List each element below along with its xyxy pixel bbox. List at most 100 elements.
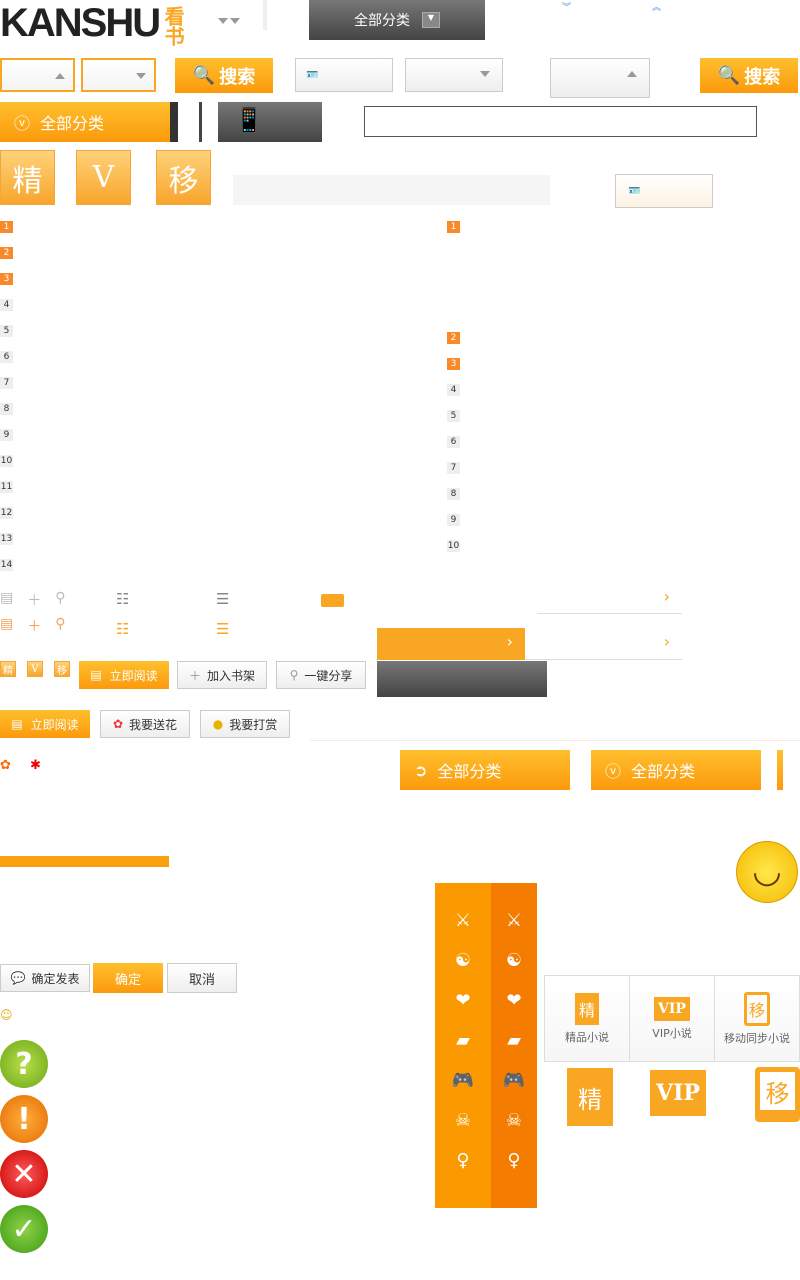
yin-yang-icon[interactable]: ☯ (506, 941, 522, 981)
confirm-button[interactable]: 确定 (93, 963, 163, 993)
divider (263, 0, 267, 30)
feature-jing[interactable]: 精精品小说 (545, 976, 630, 1061)
girl-icon[interactable]: ♀ (456, 1141, 469, 1181)
select-box-open[interactable] (0, 58, 75, 92)
search-icon: 🔍 (192, 65, 216, 86)
gamepad-icon[interactable]: 🎮 (503, 1061, 525, 1101)
dark-bar (377, 661, 547, 697)
jing-book-large-icon: 精 (567, 1068, 613, 1126)
mobile-phone-icon: 移 (743, 991, 770, 1026)
list-icon: ☷ (116, 590, 130, 608)
rank-number: 11 (0, 481, 13, 493)
share-button[interactable]: ⚲ 一键分享 (276, 661, 366, 689)
rank-number: 1 (0, 221, 13, 233)
book-icon: ▤ (0, 616, 14, 632)
skull-icon[interactable]: ☠ (455, 1101, 471, 1141)
shield-swords-icon[interactable]: ⚔ (455, 901, 471, 941)
text-input[interactable] (364, 106, 757, 137)
label: 我要打赏 (229, 717, 278, 732)
divider (310, 740, 800, 741)
vip-badge-small: V (27, 661, 43, 677)
select-box[interactable] (81, 58, 156, 92)
mobile-phone-button[interactable]: 📱 (218, 102, 322, 142)
vip-book-icon: VIP (654, 996, 690, 1021)
rank-number: 5 (447, 410, 460, 422)
label: 立即阅读 (109, 668, 158, 683)
chevron-down-icon[interactable]: ︾ (562, 0, 571, 13)
rank-number: 13 (0, 533, 13, 545)
rank-number: 5 (0, 325, 13, 337)
mobile-large-icon: 移 (755, 1067, 800, 1122)
genre-icon-column: ⚔ ☯ ❤ ▰ 🎮 ☠ ♀ (435, 883, 491, 1208)
vip-book-large-icon: VIP (650, 1070, 706, 1116)
skull-icon[interactable]: ☠ (506, 1101, 522, 1141)
search-button[interactable]: 🔍 搜索 (175, 58, 273, 93)
id-card-button[interactable]: 🪪 (295, 58, 393, 92)
select-box-grey[interactable] (405, 58, 503, 92)
confirm-post-button[interactable]: 💬 确定发表 (0, 964, 90, 992)
read-now-button[interactable]: ▤ 立即阅读 (79, 661, 169, 689)
mobile-badge-small: 移 (54, 661, 70, 677)
shield-swords-icon[interactable]: ⚔ (506, 901, 522, 941)
read-now-button-2[interactable]: ▤ 立即阅读 (0, 710, 90, 738)
book-icon: ▤ (0, 590, 14, 606)
label: 搜索 (219, 66, 256, 88)
mobile-badge: 移 (156, 150, 211, 205)
more-link[interactable]: › (537, 587, 682, 614)
small-smiley-icon: ☺ (0, 1008, 13, 1022)
add-shelf-button[interactable]: ＋ 加入书架 (177, 661, 267, 689)
success-icon: ✓ (0, 1205, 48, 1253)
jing-book-icon: 精 (574, 992, 599, 1025)
rank-number: 3 (447, 358, 460, 370)
rank-number: 1 (447, 221, 460, 233)
book-icon: ▤ (11, 717, 23, 731)
label: 移动同步小说 (724, 1031, 790, 1045)
feature-mobile[interactable]: 移移动同步小说 (715, 976, 799, 1061)
id-card-icon: 🪪 (306, 69, 319, 81)
gamepad-icon[interactable]: 🎮 (452, 1061, 474, 1101)
chevron-circle-down-icon: ⓥ (14, 114, 31, 133)
share-icon: ⚲ (55, 590, 66, 606)
heart-icon[interactable]: ❤ (455, 981, 470, 1021)
all-categories-button-right[interactable]: ➲ 全部分类 (400, 750, 570, 790)
id-card-icon: 🪪 (628, 185, 641, 197)
lines-icon: ☰ (216, 590, 230, 608)
grey-icon-row: ▤ ＋ ⚲ (0, 590, 66, 610)
rank-number: 6 (0, 351, 13, 363)
girl-icon[interactable]: ♀ (507, 1141, 520, 1181)
label: 全部分类 (437, 762, 502, 781)
cancel-button[interactable]: 取消 (167, 963, 237, 993)
rank-number: 7 (447, 462, 460, 474)
label: 确定发表 (31, 971, 80, 986)
rank-number: 2 (0, 247, 13, 259)
smiley-icon: ◡ (736, 841, 798, 903)
gun-icon[interactable]: ▰ (507, 1021, 521, 1061)
id-card-button-hover[interactable]: 🪪 (615, 174, 713, 208)
select-box-up[interactable] (550, 58, 650, 98)
label: 全部分类 (631, 762, 696, 781)
chevron-right-icon: › (663, 632, 670, 651)
send-flower-button[interactable]: ✿ 我要送花 (100, 710, 190, 738)
label: 搜索 (744, 66, 781, 88)
heart-icon[interactable]: ❤ (506, 981, 521, 1021)
all-categories-dark-button[interactable]: 全部分类 ▼ (309, 0, 485, 40)
all-categories-button[interactable]: ⓥ 全部分类 (0, 102, 178, 142)
more-link-2[interactable]: › (525, 628, 682, 660)
flower-icon: ✿ (112, 717, 124, 731)
rank-number: 3 (0, 273, 13, 285)
dropdown-arrows-icon[interactable] (218, 18, 240, 24)
rank-number: 10 (447, 540, 460, 552)
reward-button[interactable]: ● 我要打赏 (200, 710, 290, 738)
yin-yang-icon[interactable]: ☯ (455, 941, 471, 981)
label: 全部分类 (40, 114, 105, 133)
feature-vip[interactable]: VIP VIP小说 (630, 976, 715, 1061)
plus-icon: ＋ (27, 619, 42, 635)
chevron-up-icon[interactable]: ︽ (652, 0, 661, 13)
orange-icon-row: ▤ ＋ ⚲ (0, 616, 66, 636)
search-button-2[interactable]: 🔍 搜索 (700, 58, 798, 93)
phone-icon: 📱 (234, 106, 264, 134)
gun-icon[interactable]: ▰ (456, 1021, 470, 1061)
more-link-active[interactable]: › (377, 628, 525, 660)
all-categories-button-down[interactable]: ⓥ 全部分类 (591, 750, 761, 790)
tooltip-bubble (233, 175, 550, 205)
